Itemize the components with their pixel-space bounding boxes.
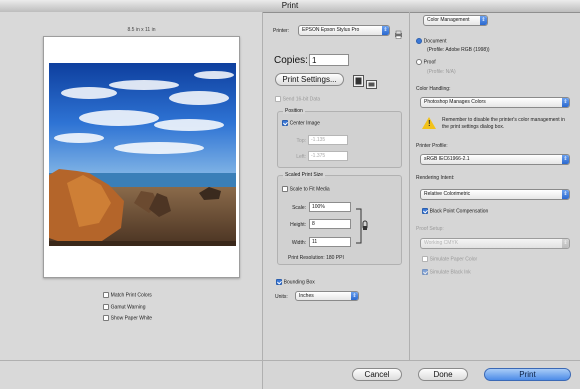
bounding-box-option[interactable]: Bounding Box (276, 279, 315, 286)
proof-setup-popup[interactable]: Working CMYK ⇕ (420, 238, 570, 249)
constrain-proportions-link-icon[interactable] (355, 207, 369, 245)
page-orientation-portrait-icon[interactable] (353, 74, 364, 87)
black-point-checkbox[interactable] (422, 208, 428, 214)
top-label: Top: (296, 138, 306, 144)
print-button[interactable]: Print (484, 368, 571, 381)
scaled-print-size-title: Scaled Print Size (283, 172, 326, 178)
section-popup[interactable]: Color Management ⇕ (423, 15, 488, 26)
scale-to-fit-option[interactable]: Scale to Fit Media (282, 186, 330, 193)
match-print-colors-checkbox[interactable] (103, 292, 109, 298)
units-popup[interactable]: Inches ⇕ (295, 291, 359, 301)
simulate-paper-checkbox[interactable] (422, 256, 428, 262)
simulate-paper-option[interactable]: Simulate Paper Color (422, 256, 477, 263)
bottom-divider (0, 360, 580, 361)
printer-profile-popup[interactable]: sRGB IEC61966-2.1 ⇕ (420, 154, 570, 165)
center-image-option[interactable]: Center Image (282, 120, 320, 127)
popup-arrows-icon: ⇕ (382, 26, 389, 35)
printer-value: EPSON Epson Stylus Pro (302, 27, 360, 33)
color-handling-popup[interactable]: Photoshop Manages Colors ⇕ (420, 97, 570, 108)
document-radio[interactable] (416, 38, 422, 44)
popup-arrows-icon: ⇕ (562, 190, 569, 199)
scale-field[interactable]: 100% (309, 202, 351, 212)
column-divider (409, 12, 410, 360)
top-field[interactable]: -1.135 (308, 135, 348, 145)
height-label: Height: (290, 222, 306, 228)
gamut-warning-checkbox[interactable] (103, 304, 109, 310)
print-settings-button[interactable]: Print Settings... (275, 73, 344, 86)
warning-icon (422, 117, 436, 131)
units-value: Inches (299, 293, 314, 299)
copies-label: Copies: (274, 55, 308, 66)
document-profile: (Profile: Adobe RGB (1998)) (427, 47, 490, 53)
proof-option[interactable]: Proof (416, 59, 436, 66)
beach-photo-image (49, 63, 236, 246)
black-point-option[interactable]: Black Point Compensation (422, 208, 488, 215)
simulate-black-checkbox[interactable] (422, 269, 428, 275)
copies-field[interactable]: 1 (309, 54, 349, 66)
popup-arrows-icon: ⇕ (562, 155, 569, 164)
popup-arrows-icon: ⇕ (562, 239, 569, 248)
printer-profile-label: Printer Profile: (416, 143, 448, 149)
document-label: Document (423, 38, 447, 45)
printer-label: Printer: (273, 28, 290, 34)
bounding-box-checkbox[interactable] (276, 279, 282, 285)
printer-profile-value: sRGB IEC61966-2.1 (424, 156, 470, 162)
color-handling-value: Photoshop Manages Colors (424, 99, 486, 105)
popup-arrows-icon: ⇕ (480, 16, 487, 25)
paper-size-label: 8.5 in x 11 in (127, 27, 156, 33)
match-print-colors-option[interactable]: Match Print Colors (103, 292, 152, 299)
left-label: Left: (296, 154, 306, 160)
pane-divider (262, 12, 263, 389)
send-16bit-checkbox[interactable] (275, 96, 281, 102)
width-label: Width: (291, 240, 306, 246)
cancel-button[interactable]: Cancel (352, 368, 402, 381)
height-field[interactable]: 8 (309, 219, 351, 229)
proof-profile: (Profile: N/A) (427, 69, 456, 75)
show-paper-white-checkbox[interactable] (103, 315, 109, 321)
send-16bit-label: Send 16-bit Data (282, 96, 321, 103)
left-field[interactable]: -1.375 (308, 151, 348, 161)
width-field[interactable]: 11 (309, 237, 351, 247)
show-paper-white-option[interactable]: Show Paper White (103, 315, 152, 322)
popup-arrows-icon: ⇕ (351, 292, 358, 300)
scale-label: Scale: (292, 205, 306, 211)
print-resolution-label: Print Resolution: 180 PPI (288, 255, 344, 261)
window-title: Print (281, 1, 299, 10)
black-point-label: Black Point Compensation (429, 208, 489, 215)
warning-text: Remember to disable the printer's color … (442, 117, 565, 130)
match-print-colors-label: Match Print Colors (110, 292, 152, 299)
simulate-black-label: Simulate Black Ink (429, 269, 471, 276)
gamut-warning-label: Gamut Warning (110, 304, 146, 311)
simulate-paper-label: Simulate Paper Color (429, 256, 478, 263)
rendering-intent-value: Relative Colorimetric (424, 191, 471, 197)
paper-preview (43, 36, 240, 278)
rendering-intent-label: Rendering Intent: (416, 175, 455, 181)
page-orientation-landscape-icon[interactable] (366, 76, 377, 89)
simulate-black-option[interactable]: Simulate Black Ink (422, 269, 471, 276)
printer-icon[interactable] (394, 26, 403, 39)
section-popup-value: Color Management (427, 17, 470, 23)
proof-radio[interactable] (416, 59, 422, 65)
popup-arrows-icon: ⇕ (562, 98, 569, 107)
position-title: Position (283, 108, 305, 114)
units-label: Units: (275, 294, 288, 300)
scale-to-fit-label: Scale to Fit Media (289, 186, 330, 193)
show-paper-white-label: Show Paper White (110, 315, 153, 322)
color-handling-label: Color Handling: (416, 86, 451, 92)
document-option[interactable]: Document (416, 38, 446, 45)
center-image-label: Center Image (289, 120, 320, 127)
proof-setup-label: Proof Setup: (416, 226, 444, 232)
gamut-warning-option[interactable]: Gamut Warning (103, 304, 146, 311)
printer-popup[interactable]: EPSON Epson Stylus Pro ⇕ (298, 25, 390, 36)
scale-to-fit-checkbox[interactable] (282, 186, 288, 192)
bounding-box-label: Bounding Box (283, 279, 315, 286)
rendering-intent-popup[interactable]: Relative Colorimetric ⇕ (420, 189, 570, 200)
done-button[interactable]: Done (418, 368, 468, 381)
proof-setup-value: Working CMYK (424, 240, 459, 246)
center-image-checkbox[interactable] (282, 120, 288, 126)
proof-label: Proof (423, 59, 436, 66)
send-16bit-option[interactable]: Send 16-bit Data (275, 96, 320, 103)
photo-preview[interactable] (49, 63, 236, 246)
